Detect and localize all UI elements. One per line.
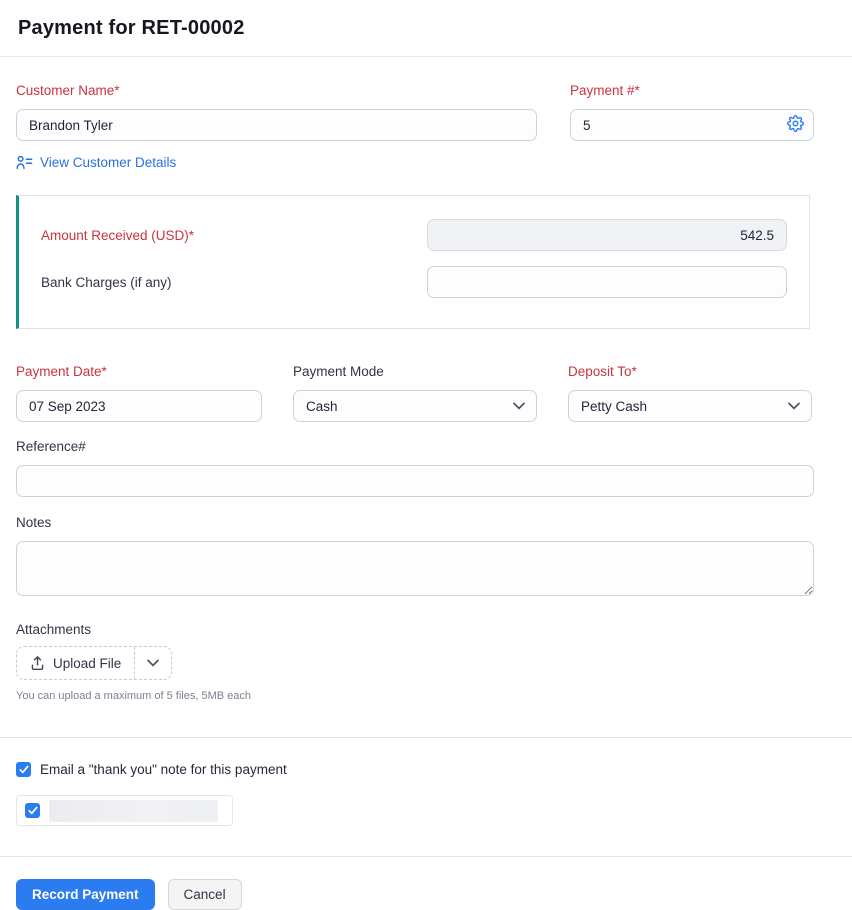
chevron-down-icon	[513, 402, 525, 410]
checkbox-checked-icon[interactable]	[25, 803, 40, 818]
payment-mode-value: Cash	[306, 399, 338, 414]
payment-mode-select[interactable]: Cash	[293, 390, 537, 422]
reference-label: Reference#	[16, 439, 814, 454]
amount-panel: Amount Received (USD)* Bank Charges (if …	[16, 195, 810, 329]
page-title: Payment for RET-00002	[18, 17, 834, 40]
amount-received-label: Amount Received (USD)*	[41, 228, 194, 243]
page-header: Payment for RET-00002	[0, 0, 852, 57]
cancel-button[interactable]: Cancel	[168, 879, 242, 910]
upload-file-label: Upload File	[53, 656, 121, 671]
payment-number-input[interactable]	[570, 109, 814, 141]
record-payment-button[interactable]: Record Payment	[16, 879, 155, 910]
email-recipient-checkbox-row[interactable]	[16, 795, 233, 826]
upload-options-caret[interactable]	[134, 647, 171, 679]
payment-form: Customer Name* Payment #*	[0, 83, 852, 910]
payment-date-label: Payment Date*	[16, 364, 262, 379]
attachments-label: Attachments	[16, 622, 814, 637]
amount-received-input[interactable]	[427, 219, 787, 251]
customer-name-input[interactable]	[16, 109, 537, 141]
view-customer-details-label: View Customer Details	[40, 155, 176, 170]
payment-mode-label: Payment Mode	[293, 364, 537, 379]
notes-label: Notes	[16, 515, 814, 530]
upload-helper-text: You can upload a maximum of 5 files, 5MB…	[16, 690, 814, 702]
bank-charges-input[interactable]	[427, 266, 787, 298]
view-customer-details-link[interactable]: View Customer Details	[16, 155, 176, 170]
payment-date-input[interactable]	[16, 390, 262, 422]
footer-divider	[0, 856, 852, 857]
redacted-email-text	[49, 800, 218, 822]
email-thank-you-label: Email a "thank you" note for this paymen…	[40, 762, 287, 777]
customer-details-icon	[16, 155, 33, 170]
deposit-to-select[interactable]: Petty Cash	[568, 390, 812, 422]
upload-file-button[interactable]: Upload File	[16, 646, 172, 680]
notes-textarea[interactable]	[16, 541, 814, 596]
payment-number-label: Payment #*	[570, 83, 814, 98]
bank-charges-label: Bank Charges (if any)	[41, 275, 172, 290]
email-thank-you-checkbox-row[interactable]: Email a "thank you" note for this paymen…	[16, 762, 814, 777]
checkbox-checked-icon[interactable]	[16, 762, 31, 777]
upload-icon	[30, 655, 45, 671]
gear-icon[interactable]	[785, 115, 805, 135]
deposit-to-value: Petty Cash	[581, 399, 647, 414]
deposit-to-label: Deposit To*	[568, 364, 812, 379]
chevron-down-icon	[788, 402, 800, 410]
section-divider	[0, 737, 852, 738]
reference-input[interactable]	[16, 465, 814, 497]
customer-name-label: Customer Name*	[16, 83, 537, 98]
